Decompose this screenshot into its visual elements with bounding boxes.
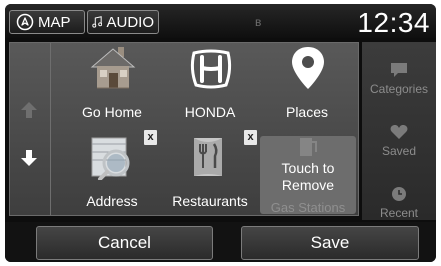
shortcut-panel: Go Home HONDA Places x Address x Restaur… [9, 42, 359, 216]
audio-button[interactable]: AUDIO [87, 10, 159, 34]
music-note-icon [92, 16, 103, 28]
fork-knife-icon [194, 138, 222, 176]
restaurants-tile[interactable]: x Restaurants [160, 130, 260, 218]
scroll-column [10, 43, 51, 215]
saved-button[interactable]: Saved [362, 124, 436, 158]
restaurants-label: Restaurants [172, 193, 248, 209]
remove-address-badge[interactable]: x [144, 130, 157, 145]
nav-screen: MAP AUDIO ʙ 12:34 Go Home HONDA Places x… [5, 4, 436, 262]
navigation-arrow-icon [16, 13, 34, 31]
address-tile[interactable]: x Address [62, 130, 162, 218]
status-bar: MAP AUDIO ʙ 12:34 [5, 4, 436, 38]
places-tile[interactable]: Places [257, 43, 357, 129]
map-button-label: MAP [38, 13, 71, 31]
house-icon [90, 47, 136, 89]
go-home-label: Go Home [82, 104, 142, 120]
go-home-tile[interactable]: Go Home [62, 43, 162, 129]
touch-to-remove-text: Touch to Remove [281, 160, 335, 193]
categories-button[interactable]: Categories [362, 62, 436, 96]
scroll-up-arrow-icon[interactable] [18, 99, 40, 121]
cancel-button[interactable]: Cancel [36, 226, 213, 260]
action-bar: Cancel Save [5, 222, 436, 262]
scroll-down-arrow-icon[interactable] [18, 147, 40, 169]
bluetooth-icon: ʙ [255, 15, 262, 29]
recent-button[interactable]: Recent [362, 186, 436, 220]
address-label: Address [86, 193, 138, 209]
categories-label: Categories [369, 82, 429, 96]
remove-restaurants-badge[interactable]: x [244, 130, 257, 145]
gas-stations-tile[interactable]: Touch to Remove Gas Stations [260, 136, 356, 215]
recent-label: Recent [379, 206, 419, 220]
honda-logo-icon [190, 49, 232, 89]
heart-icon [390, 125, 408, 139]
honda-label: HONDA [184, 104, 236, 120]
honda-tile[interactable]: HONDA [160, 43, 260, 129]
side-menu: Categories Saved Recent [362, 42, 436, 220]
saved-label: Saved [381, 144, 417, 158]
audio-button-label: AUDIO [106, 13, 154, 31]
save-button[interactable]: Save [241, 226, 419, 260]
clock: 12:34 [357, 7, 430, 38]
map-pin-icon [292, 47, 324, 89]
places-label: Places [285, 104, 329, 120]
clock-icon [392, 187, 406, 201]
gas-pump-icon [300, 138, 317, 156]
gas-stations-label: Gas Stations [270, 200, 346, 215]
chat-bubble-icon [391, 63, 407, 77]
map-button[interactable]: MAP [9, 10, 85, 34]
address-book-icon [91, 137, 130, 180]
